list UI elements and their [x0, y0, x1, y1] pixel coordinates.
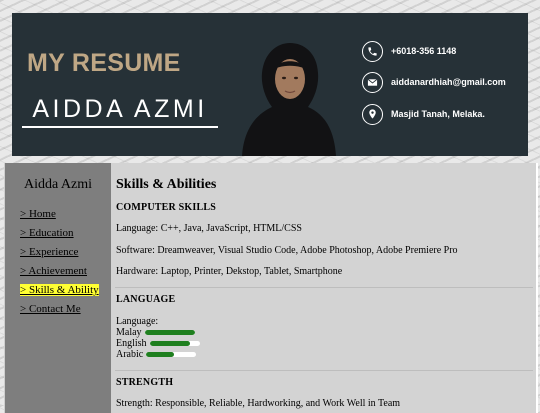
page-title: Skills & Abilities — [116, 177, 217, 192]
language-item-malay: Malay — [116, 326, 195, 338]
skill-bar-fill — [149, 340, 190, 346]
sidebar-title: Aidda Azmi — [23, 177, 93, 192]
sidebar-nav: Aidda Azmi > Home > Education > Experien… — [4, 163, 111, 413]
language-name: Arabic — [116, 348, 144, 360]
nav-item-contact-me[interactable]: > Contact Me — [20, 303, 81, 315]
nav-item-experience[interactable]: > Experience — [20, 246, 78, 258]
computer-skills-hardware: Hardware: Laptop, Printer, Dekstop, Tabl… — [116, 266, 343, 277]
language-label: Language: — [116, 316, 159, 327]
language-heading: LANGUAGE — [116, 294, 176, 305]
contact-email: aiddanardhiah@gmail.com — [362, 70, 506, 94]
skill-bar — [146, 351, 197, 357]
skill-bar — [144, 329, 195, 335]
language-name: English — [116, 337, 147, 349]
skill-bar-fill — [144, 329, 195, 335]
phone-icon — [362, 40, 383, 62]
language-item-arabic: Arabic — [116, 348, 197, 360]
nav-item-education[interactable]: > Education — [20, 227, 74, 239]
skill-bar-fill — [146, 351, 174, 357]
section-divider — [115, 370, 533, 371]
nav-item-skills-ability[interactable]: > Skills & Ability — [20, 284, 99, 296]
profile-photo — [242, 43, 336, 156]
skill-bar — [149, 340, 200, 346]
location-pin-icon — [362, 103, 383, 125]
strength-text: Strength: Responsible, Reliable, Hardwor… — [116, 398, 401, 409]
contact-location-text: Masjid Tanah, Melaka. — [391, 109, 485, 119]
language-name: Malay — [116, 326, 142, 338]
language-item-english: English — [116, 337, 200, 349]
contact-location: Masjid Tanah, Melaka. — [362, 102, 485, 126]
computer-skills-heading: COMPUTER SKILLS — [116, 202, 216, 213]
section-divider — [115, 287, 533, 288]
strength-heading: STRENGTH — [116, 377, 174, 388]
contact-phone: +6018-356 1148 — [362, 39, 456, 63]
email-icon — [362, 71, 383, 93]
main-content: Skills & Abilities COMPUTER SKILLS Langu… — [111, 163, 536, 413]
contact-phone-text: +6018-356 1148 — [391, 46, 457, 56]
nav-item-home[interactable]: > Home — [20, 208, 56, 220]
computer-skills-language: Language: C++, Java, JavaScript, HTML/CS… — [116, 223, 302, 234]
contact-email-text: aiddanardhiah@gmail.com — [391, 77, 506, 87]
banner-title: MY RESUME — [27, 49, 181, 77]
resume-banner: MY RESUME AIDDA AZMI +6018-356 1148 aidd… — [12, 13, 528, 156]
banner-name: AIDDA AZMI — [22, 95, 218, 128]
nav-item-achievement[interactable]: > Achievement — [20, 265, 87, 277]
computer-skills-software: Software: Dreamweaver, Visual Studio Cod… — [116, 245, 458, 256]
